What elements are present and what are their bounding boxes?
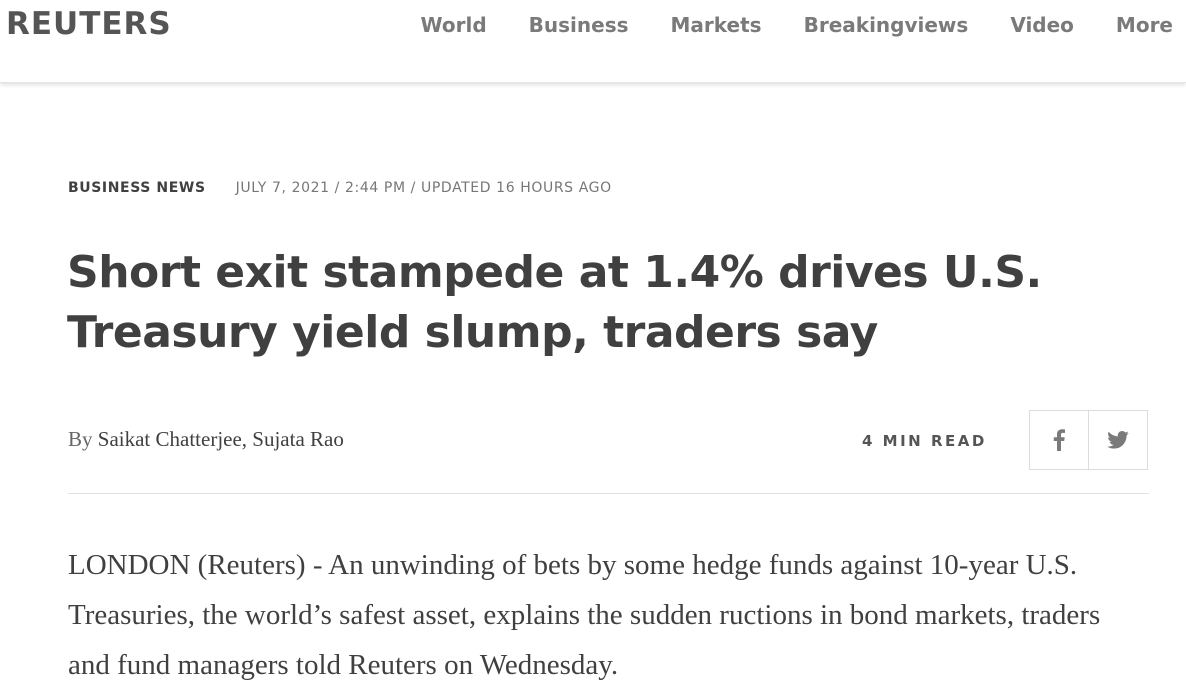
byline-authors[interactable]: Saikat Chatterjee, Sujata Rao — [98, 427, 344, 451]
article-dateline: JULY 7, 2021 / 2:44 PM / UPDATED 16 HOUR… — [235, 180, 612, 196]
share-buttons — [1029, 410, 1148, 470]
main-nav: World Business Markets Breakingviews Vid… — [421, 13, 1173, 37]
byline-divider — [68, 493, 1149, 494]
nav-item-breakingviews[interactable]: Breakingviews — [804, 13, 969, 37]
read-time: 4 MIN READ — [862, 432, 987, 450]
section-label[interactable]: BUSINESS NEWS — [68, 180, 206, 196]
nav-item-video[interactable]: Video — [1010, 13, 1074, 37]
twitter-share-button[interactable] — [1088, 411, 1147, 469]
article-body-paragraph: LONDON (Reuters) - An unwinding of bets … — [68, 549, 1101, 681]
reuters-logo[interactable]: REUTERS — [6, 6, 172, 42]
nav-item-business[interactable]: Business — [529, 13, 629, 37]
article-meta: BUSINESS NEWS JULY 7, 2021 / 2:44 PM / U… — [68, 180, 612, 196]
twitter-icon — [1107, 431, 1129, 449]
article-headline: Short exit stampede at 1.4% drives U.S. … — [67, 247, 1042, 358]
nav-item-markets[interactable]: Markets — [671, 13, 762, 37]
facebook-share-button[interactable] — [1030, 411, 1088, 469]
nav-item-world[interactable]: World — [421, 13, 487, 37]
byline-prefix: By — [68, 427, 93, 451]
top-navigation-bar: REUTERS World Business Markets Breakingv… — [0, 0, 1186, 83]
nav-item-more[interactable]: More — [1116, 13, 1173, 37]
article-byline: By Saikat Chatterjee, Sujata Rao — [68, 427, 344, 452]
facebook-icon — [1053, 429, 1065, 451]
